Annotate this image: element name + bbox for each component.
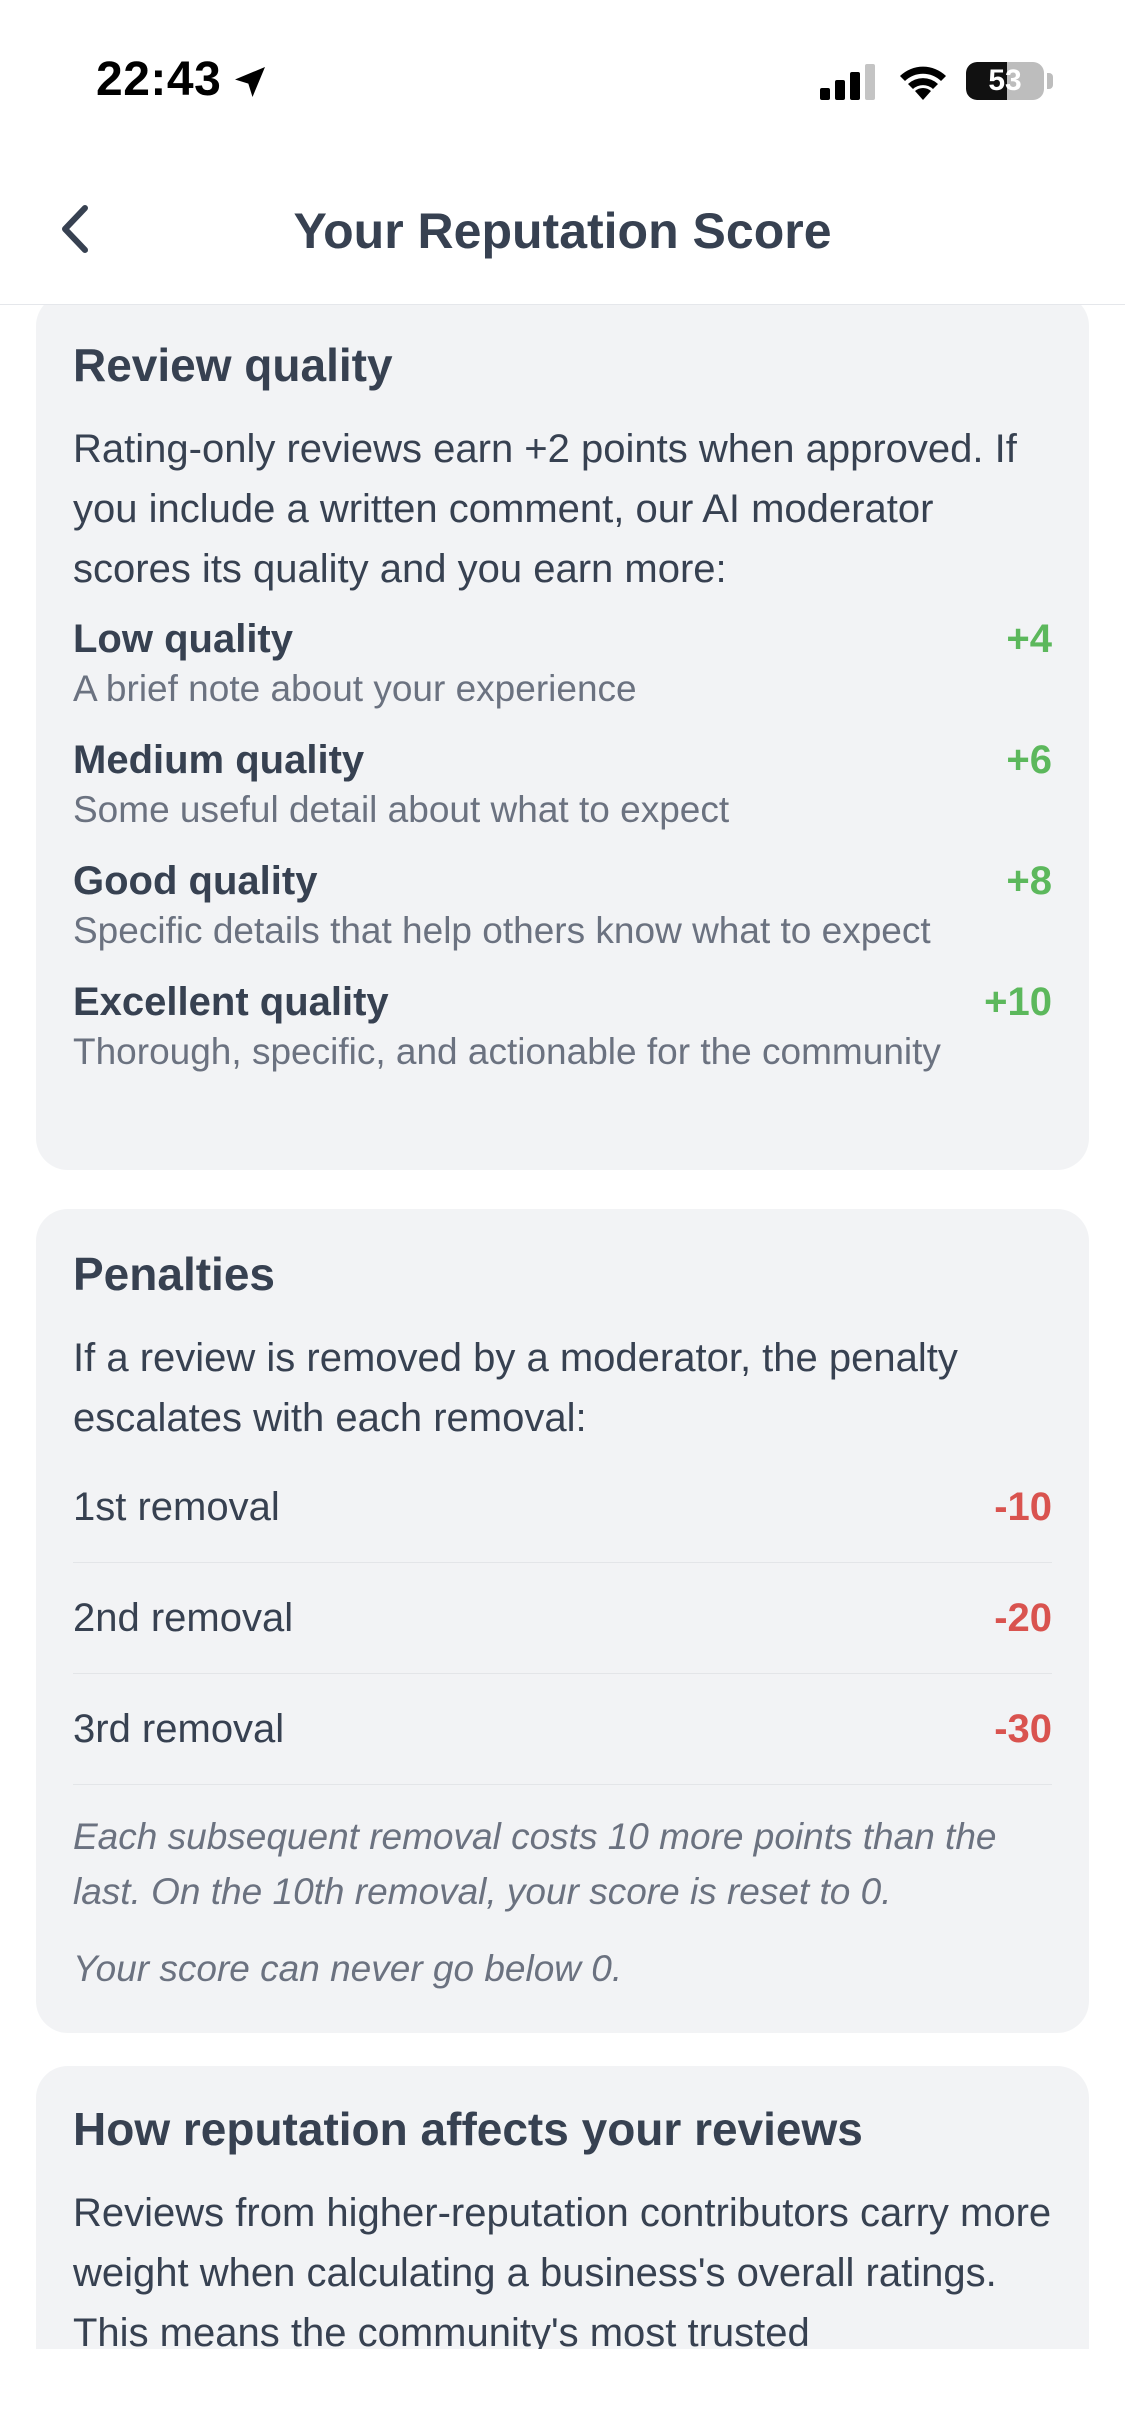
- page-title: Your Reputation Score: [293, 203, 832, 259]
- quality-tier-label: Excellent quality: [73, 980, 389, 1025]
- penalty-row: 3rd removal -30: [73, 1674, 1052, 1786]
- status-time: 22:43: [96, 53, 222, 106]
- quality-tier-label: Medium quality: [73, 738, 365, 783]
- quality-tier-description: Thorough, specific, and actionable for t…: [73, 1031, 941, 1073]
- scroll-content[interactable]: Review quality Rating-only reviews earn …: [0, 304, 1125, 2349]
- penalty-label: 2nd removal: [73, 1595, 294, 1640]
- quality-tier-excellent: Excellent quality +10 Thorough, specific…: [73, 980, 1052, 1073]
- home-indicator-area: [0, 2349, 1125, 2436]
- quality-tier-description: Specific details that help others know w…: [73, 910, 931, 952]
- battery-percent: 53: [988, 64, 1022, 97]
- quality-tier-description: Some useful detail about what to expect: [73, 789, 730, 831]
- reputation-effect-body: Reviews from higher-reputation contribut…: [73, 2191, 1052, 2349]
- quality-tier-medium: Medium quality +6 Some useful detail abo…: [73, 738, 1052, 831]
- wifi-icon: [900, 66, 946, 100]
- review-quality-title: Review quality: [73, 339, 393, 391]
- quality-tier-label: Good quality: [73, 859, 318, 904]
- score-floor-note: Your score can never go below 0.: [73, 1948, 623, 1990]
- penalty-list: 1st removal -10 2nd removal -20 3rd remo…: [73, 1452, 1052, 1786]
- penalty-points: -10: [994, 1484, 1052, 1529]
- review-quality-intro: Rating-only reviews earn +2 points when …: [73, 427, 1017, 592]
- battery-icon: 53: [966, 62, 1044, 100]
- quality-tier-points: +8: [1006, 859, 1052, 904]
- quality-tier-low: Low quality +4 A brief note about your e…: [73, 617, 1052, 710]
- penalty-label: 1st removal: [73, 1484, 280, 1529]
- quality-tier-points: +4: [1006, 617, 1052, 662]
- status-bar: 22:43 53: [0, 0, 1125, 150]
- penalty-row: 2nd removal -20: [73, 1563, 1052, 1675]
- penalties-intro: If a review is removed by a moderator, t…: [73, 1336, 958, 1441]
- quality-tier-good: Good quality +8 Specific details that he…: [73, 859, 1052, 952]
- reputation-effect-title: How reputation affects your reviews: [73, 2103, 863, 2155]
- location-arrow-icon: [235, 67, 265, 97]
- quality-tier-points: +6: [1006, 738, 1052, 783]
- penalty-points: -20: [994, 1595, 1052, 1640]
- quality-tier-points: +10: [984, 980, 1052, 1025]
- penalties-title: Penalties: [73, 1248, 275, 1300]
- battery-tip: [1047, 73, 1053, 89]
- nav-header: Your Reputation Score: [0, 150, 1125, 305]
- penalty-row: 1st removal -10: [73, 1452, 1052, 1564]
- penalty-escalation-note: Each subsequent removal costs 10 more po…: [73, 1816, 997, 1913]
- quality-tier-label: Low quality: [73, 617, 293, 662]
- cellular-signal-icon: [820, 64, 875, 100]
- quality-tier-description: A brief note about your experience: [73, 668, 637, 710]
- screen: 22:43 53 Your Reputation Score Review qu…: [0, 0, 1125, 2436]
- review-quality-card: Review quality Rating-only reviews earn …: [36, 304, 1089, 1170]
- penalties-card: Penalties If a review is removed by a mo…: [36, 1209, 1089, 2033]
- reputation-effect-card: How reputation affects your reviews Revi…: [36, 2066, 1089, 2349]
- penalty-label: 3rd removal: [73, 1706, 285, 1751]
- penalty-points: -30: [994, 1706, 1052, 1751]
